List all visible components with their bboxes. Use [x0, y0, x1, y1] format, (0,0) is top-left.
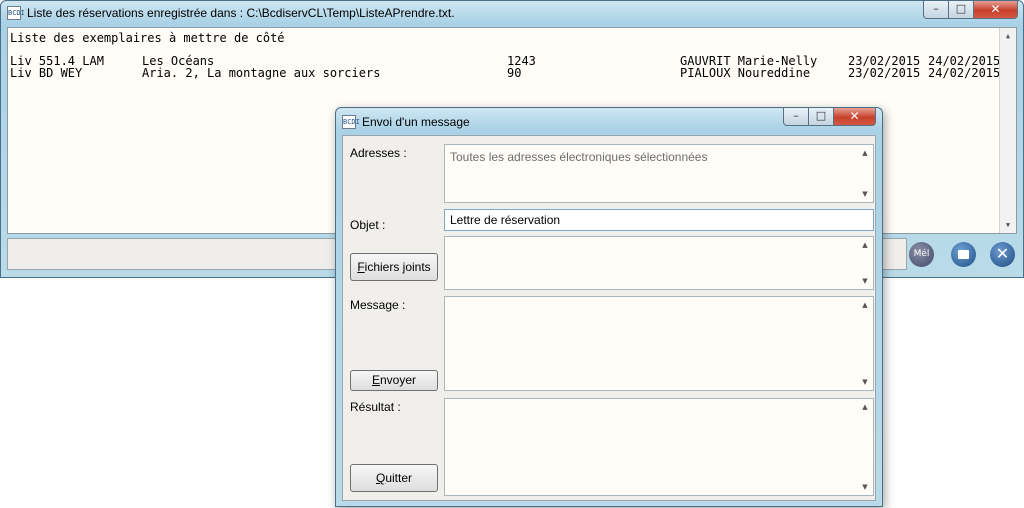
send-accel: E — [371, 373, 380, 387]
adresses-scrollbar[interactable]: ▲ ▼ — [857, 145, 873, 202]
scroll-up-arrow-icon[interactable]: ▲ — [857, 399, 873, 415]
maximize-button[interactable]: □ — [949, 1, 974, 19]
dialog-body: Adresses : Toutes les adresses électroni… — [342, 135, 876, 501]
row-numero: 90 — [507, 66, 522, 80]
bcdi-app-icon: BCDI — [342, 115, 360, 129]
reservation-row: Liv BD WEY Aria. 2, La montagne aux sorc… — [8, 67, 1016, 79]
resultat-scrollbar[interactable]: ▲ ▼ — [857, 399, 873, 495]
message-label: Message : — [350, 298, 406, 312]
send-message-dialog: BCDI Envoi d'un message – □ ✕ Adresses :… — [335, 107, 883, 507]
printer-icon[interactable] — [951, 242, 976, 267]
row-titre: Aria. 2, La montagne aux sorciers — [142, 66, 381, 80]
objet-value: Lettre de réservation — [450, 213, 561, 227]
list-title: Liste des exemplaires à mettre de côté — [10, 31, 285, 45]
minimize-button[interactable]: – — [923, 1, 949, 19]
mel-button[interactable]: Mél — [909, 242, 934, 267]
attachments-scrollbar[interactable]: ▲ ▼ — [857, 237, 873, 289]
printer-paper — [958, 250, 969, 259]
adresses-field[interactable]: Toutes les adresses électroniques sélect… — [444, 144, 874, 203]
objet-label: Objet : — [350, 218, 386, 232]
row-date-fin: 24/02/2015 — [928, 66, 1001, 80]
objet-input[interactable]: Lettre de réservation — [444, 209, 874, 231]
scroll-down-arrow-icon[interactable]: ▼ — [1000, 217, 1016, 233]
minimize-button[interactable]: – — [783, 108, 809, 126]
close-circle-icon[interactable]: ✕ — [990, 242, 1015, 267]
row-cote: Liv BD WEY — [10, 66, 83, 80]
attachments-button[interactable]: Fichiers joints — [350, 253, 438, 281]
quit-button[interactable]: Quitter — [350, 464, 438, 492]
message-field[interactable]: ▲ ▼ — [444, 296, 874, 391]
adresses-placeholder: Toutes les adresses électroniques sélect… — [450, 150, 708, 164]
send-button[interactable]: Envoyer — [350, 370, 438, 391]
main-titlebar[interactable]: BCDI Liste des réservations enregistrée … — [1, 1, 1023, 25]
send-label: nvoyer — [379, 373, 417, 387]
scroll-up-arrow-icon[interactable]: ▲ — [857, 237, 873, 253]
dialog-titlebar[interactable]: BCDI Envoi d'un message – □ ✕ — [336, 108, 882, 132]
row-emprunteur: PIALOUX Noureddine — [680, 66, 811, 80]
adresses-label: Adresses : — [350, 146, 407, 160]
close-button[interactable]: ✕ — [834, 108, 876, 126]
scroll-down-arrow-icon[interactable]: ▼ — [857, 186, 873, 202]
maximize-button[interactable]: □ — [809, 108, 834, 126]
main-window-controls: – □ ✕ — [923, 1, 1018, 19]
message-scrollbar[interactable]: ▲ ▼ — [857, 297, 873, 390]
scroll-down-arrow-icon[interactable]: ▼ — [857, 479, 873, 495]
scroll-down-arrow-icon[interactable]: ▼ — [857, 374, 873, 390]
row-date-debut: 23/02/2015 — [848, 66, 921, 80]
dialog-window-controls: – □ ✕ — [783, 108, 876, 126]
dialog-title: Envoi d'un message — [362, 115, 470, 129]
quit-accel: Q — [375, 471, 386, 485]
scroll-up-arrow-icon[interactable]: ▲ — [1000, 28, 1016, 44]
resultat-label: Résultat : — [350, 400, 401, 414]
resultat-field[interactable]: ▲ ▼ — [444, 398, 874, 496]
vertical-scrollbar[interactable]: ▲ ▼ — [999, 28, 1016, 233]
main-window-title: Liste des réservations enregistrée dans … — [27, 6, 455, 20]
scroll-up-arrow-icon[interactable]: ▲ — [857, 297, 873, 313]
scroll-up-arrow-icon[interactable]: ▲ — [857, 145, 873, 161]
attachments-field[interactable]: ▲ ▼ — [444, 236, 874, 290]
attachments-label: ichiers joints — [364, 260, 431, 274]
bcdi-app-icon: BCDI — [7, 6, 25, 20]
scroll-down-arrow-icon[interactable]: ▼ — [857, 273, 873, 289]
close-button[interactable]: ✕ — [974, 1, 1018, 19]
attachments-accel: F — [357, 260, 365, 274]
quit-label: uitter — [385, 471, 413, 485]
